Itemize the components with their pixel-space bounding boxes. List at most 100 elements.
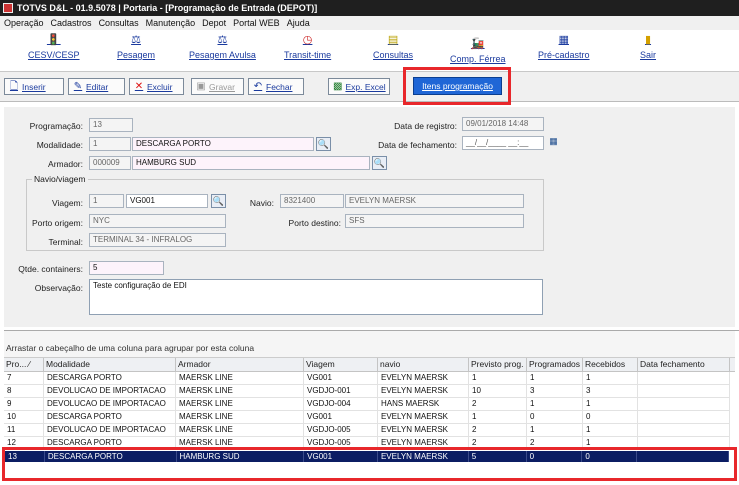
programacao-field[interactable]: 13 <box>89 118 133 132</box>
new-document-icon: 🗋 <box>9 80 19 92</box>
table-row[interactable]: 10 DESCARGA PORTO MAERSK LINE VG001 EVELYN M… <box>4 411 730 424</box>
table-cell: DEVOLUCAO DE IMPORTACAO <box>44 385 176 397</box>
armador-field[interactable]: HAMBURG SUD <box>132 156 370 170</box>
porto-destino-label: Porto destino: <box>288 218 341 228</box>
menu-ajuda[interactable]: Ajuda <box>287 18 310 28</box>
table-cell <box>638 398 730 410</box>
form-icon: ▦ <box>558 34 569 46</box>
table-cell: 10 <box>4 411 44 423</box>
excel-icon: ▩ <box>333 80 343 92</box>
table-cell: MAERSK LINE <box>176 424 304 436</box>
column-header[interactable]: Previsto prog. <box>469 358 527 371</box>
app-icon <box>3 3 13 13</box>
table-cell: 2 <box>469 398 527 410</box>
delete-icon: ✕ <box>134 80 144 92</box>
edit-icon: ✎ <box>73 80 83 92</box>
table-cell: VGDJO-004 <box>304 398 378 410</box>
shortcut-pesagem-avulsa[interactable]: ⚖ Pesagem Avulsa <box>189 34 256 60</box>
qtde-containers-field[interactable]: 5 <box>89 261 164 275</box>
shortcut-consultas[interactable]: ▤ Consultas <box>373 34 413 60</box>
data-fechamento-field[interactable]: __/__/____ __:__ <box>462 136 544 150</box>
column-header[interactable]: Pro... ∕ <box>4 358 44 371</box>
navio-code-field[interactable]: 8321400 <box>280 194 344 208</box>
table-cell: MAERSK LINE <box>176 372 304 384</box>
search-icon[interactable]: 🔍 <box>316 137 331 151</box>
shortcut-cesv-cesp[interactable]: 🚦 CESV/CESP <box>28 34 80 60</box>
navio-viagem-label: Navio/viagem <box>32 174 88 184</box>
editar-button[interactable]: ✎ Editar <box>68 78 125 95</box>
column-header[interactable]: Recebidos <box>583 358 638 371</box>
modalidade-field[interactable]: DESCARGA PORTO <box>132 137 314 151</box>
table-cell: VGDJO-005 <box>304 424 378 436</box>
shortcut-sair[interactable]: ▮ Sair <box>640 34 656 60</box>
porto-destino-field[interactable]: SFS <box>345 214 524 228</box>
table-cell <box>638 385 730 397</box>
column-header[interactable]: Viagem <box>304 358 378 371</box>
undo-icon: ↶ <box>253 80 263 92</box>
table-cell: EVELYN MAERSK <box>378 372 469 384</box>
programacao-label: Programação: <box>29 121 83 131</box>
document-icon: ▤ <box>387 34 399 46</box>
navio-label: Navio: <box>249 198 274 208</box>
table-cell: 1 <box>469 372 527 384</box>
table-cell: 1 <box>527 372 583 384</box>
group-by-hint: Arrastar o cabeçalho de uma coluna para … <box>4 331 735 358</box>
search-icon[interactable]: 🔍 <box>372 156 387 170</box>
table-cell: 2 <box>469 424 527 436</box>
fechar-button[interactable]: ↶ Fechar <box>248 78 304 95</box>
table-row[interactable]: 9 DEVOLUCAO DE IMPORTACAO MAERSK LINE VGDJO… <box>4 398 730 411</box>
column-header[interactable]: navio <box>378 358 469 371</box>
viagem-field[interactable]: VG001 <box>126 194 208 208</box>
train-icon: 🚂 <box>470 38 485 50</box>
table-cell: 0 <box>583 411 638 423</box>
column-header[interactable]: Data fechamento <box>638 358 730 371</box>
excluir-button[interactable]: ✕ Excluir <box>129 78 184 95</box>
navio-field[interactable]: EVELYN MAERSK <box>345 194 524 208</box>
calendar-icon[interactable]: ▦ <box>546 135 561 149</box>
armador-code-field[interactable]: 000009 <box>89 156 131 170</box>
table-row[interactable]: 7 DESCARGA PORTO MAERSK LINE VG001 EVELYN MA… <box>4 372 730 385</box>
clock-icon: ◷ <box>302 34 313 46</box>
scale-icon: ⚖ <box>131 34 141 46</box>
menu-consultas[interactable]: Consultas <box>99 18 139 28</box>
table-cell: DESCARGA PORTO <box>44 411 176 423</box>
menu-manutencao[interactable]: Manutenção <box>146 18 196 28</box>
modalidade-code-field[interactable]: 1 <box>89 137 131 151</box>
table-cell: 1 <box>583 424 638 436</box>
table-cell: HANS MAERSK <box>378 398 469 410</box>
armador-label: Armador: <box>48 159 83 169</box>
data-fechamento-label: Data de fechamento: <box>378 140 457 150</box>
table-row[interactable]: 8 DEVOLUCAO DE IMPORTACAO MAERSK LINE VGDJO… <box>4 385 730 398</box>
gravar-button[interactable]: ▣ Gravar <box>191 78 244 95</box>
shortcut-comp-ferrea[interactable]: 🚂 Comp. Férrea <box>450 38 506 64</box>
table-cell: 7 <box>4 372 44 384</box>
search-icon[interactable]: 🔍 <box>211 194 226 208</box>
shortcut-transit-time[interactable]: ◷ Transit-time <box>284 34 331 60</box>
menu-portal-web[interactable]: Portal WEB <box>233 18 280 28</box>
table-cell: MAERSK LINE <box>176 385 304 397</box>
table-cell: 0 <box>527 411 583 423</box>
inserir-button[interactable]: 🗋 Inserir <box>4 78 64 95</box>
porto-origem-field[interactable]: NYC <box>89 214 226 228</box>
menu-operacao[interactable]: Operação <box>4 18 44 28</box>
table-cell: DEVOLUCAO DE IMPORTACAO <box>44 424 176 436</box>
shortcut-pre-cadastro[interactable]: ▦ Pré-cadastro <box>538 34 590 60</box>
window-title: TOTVS D&L - 01.9.5078 | Portaria - [Prog… <box>17 3 318 13</box>
table-cell <box>638 411 730 423</box>
data-registro-field[interactable]: 09/01/2018 14:48 <box>462 117 544 131</box>
column-header[interactable]: Armador <box>176 358 304 371</box>
column-header[interactable]: Modalidade <box>44 358 176 371</box>
table-row[interactable]: 11 DEVOLUCAO DE IMPORTACAO MAERSK LINE VGDJ… <box>4 424 730 437</box>
column-header[interactable]: Programados <box>527 358 583 371</box>
table-cell: EVELYN MAERSK <box>378 411 469 423</box>
observacao-field[interactable]: Teste configuração de EDI <box>89 279 543 315</box>
viagem-code-field[interactable]: 1 <box>89 194 124 208</box>
terminal-field[interactable]: TERMINAL 34 - INFRALOG <box>89 233 226 247</box>
exp-excel-button[interactable]: ▩ Exp. Excel <box>328 78 390 95</box>
grid-header: Pro... ∕ Modalidade Armador Viagem navio… <box>4 358 735 372</box>
modalidade-label: Modalidade: <box>36 140 83 150</box>
table-cell: 1 <box>583 372 638 384</box>
menu-cadastros[interactable]: Cadastros <box>51 18 92 28</box>
menu-depot[interactable]: Depot <box>202 18 226 28</box>
shortcut-pesagem[interactable]: ⚖ Pesagem <box>117 34 155 60</box>
